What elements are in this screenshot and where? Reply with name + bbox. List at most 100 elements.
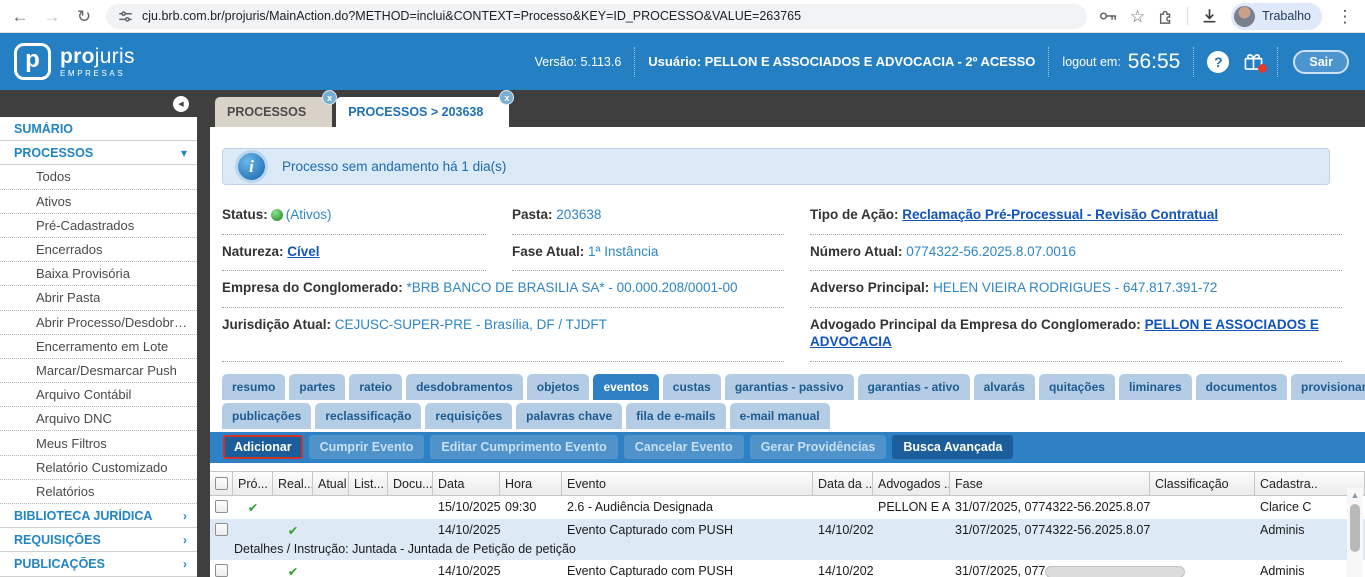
sair-button[interactable]: Sair [1293, 50, 1349, 74]
sidebar-item-label: Arquivo Contábil [36, 387, 131, 402]
subtab-custas[interactable]: custas [663, 374, 721, 400]
browser-menu-icon[interactable]: ⋮ [1335, 8, 1355, 25]
natureza-link[interactable]: Cível [287, 244, 319, 259]
subtab-email-manual[interactable]: e-mail manual [730, 403, 830, 429]
horizontal-scrollbar-thumb[interactable] [1045, 566, 1185, 577]
close-tab-icon[interactable]: x [499, 90, 514, 105]
back-icon[interactable]: ← [10, 8, 30, 25]
column-header-hora[interactable]: Hora [500, 471, 562, 496]
subtab-fila-de-emails[interactable]: fila de e-mails [626, 403, 725, 429]
cumprir-evento-button: Cumprir Evento [309, 435, 425, 459]
column-header-atual[interactable]: Atual [313, 471, 349, 496]
sidebar-item-sumario[interactable]: SUMÁRIO [0, 117, 197, 141]
sidebar-item-abrir-processo-desdobramento[interactable]: Abrir Processo/Desdobramento [0, 311, 197, 335]
bookmark-star-icon[interactable]: ☆ [1130, 8, 1145, 25]
tipo-de-acao-link[interactable]: Reclamação Pré-Processual - Revisão Cont… [902, 207, 1218, 222]
column-header-classifica-o[interactable]: Classificação [1150, 471, 1255, 496]
subtab-requisicoes[interactable]: requisições [425, 403, 512, 429]
row-checkbox[interactable] [215, 523, 228, 536]
sidebar-item-encerramento-em-lote[interactable]: Encerramento em Lote [0, 335, 197, 359]
scrollbar-thumb[interactable] [1350, 504, 1360, 552]
subtab-rateio[interactable]: rateio [349, 374, 402, 400]
cell-evento: 2.6 - Audiência Designada [562, 496, 813, 519]
column-header-data-da[interactable]: Data da ... [813, 471, 873, 496]
cell-evento: Evento Capturado com PUSH [562, 560, 813, 577]
adicionar-button[interactable]: Adicionar [223, 435, 303, 459]
cell-select [210, 519, 233, 542]
subtab-desdobramentos[interactable]: desdobramentos [406, 374, 523, 400]
projuris-logo: p projuris EMPRESAS [14, 43, 135, 80]
site-settings-icon[interactable] [118, 9, 133, 24]
url-input[interactable]: cju.brb.com.br/projuris/MainAction.do?ME… [142, 9, 1075, 23]
row-checkbox[interactable] [215, 564, 228, 577]
sidebar-item-biblioteca-juridica[interactable]: BIBLIOTECA JURÍDICA› [0, 504, 197, 528]
sidebar-item-arquivo-contabil[interactable]: Arquivo Contábil [0, 383, 197, 407]
column-header-real[interactable]: Real... [273, 471, 313, 496]
reload-icon[interactable]: ↻ [74, 8, 94, 25]
subtab-liminares[interactable]: liminares [1119, 374, 1192, 400]
column-header-advogados[interactable]: Advogados ... [873, 471, 950, 496]
password-key-icon[interactable] [1099, 9, 1117, 23]
divider [634, 47, 635, 77]
subtab-alvaras[interactable]: alvarás [974, 374, 1035, 400]
sidebar-item-label: Encerrados [36, 242, 102, 257]
table-vertical-scrollbar[interactable]: ▲ [1347, 488, 1363, 577]
sidebar-item-pre-cadastrados[interactable]: Pré-Cadastrados [0, 214, 197, 238]
subtab-documentos[interactable]: documentos [1196, 374, 1287, 400]
sidebar-item-baixa-provisoria[interactable]: Baixa Provisória [0, 262, 197, 286]
subtab-garantias-passivo[interactable]: garantias - passivo [725, 374, 854, 400]
sidebar-item-processos[interactable]: PROCESSOS▾ [0, 141, 197, 165]
sidebar-item-label: Arquivo DNC [36, 411, 112, 426]
logo-subtext: EMPRESAS [60, 69, 135, 78]
forward-icon[interactable]: → [42, 8, 62, 25]
field-value: 203638 [556, 207, 601, 222]
sidebar-item-relatorio-customizado[interactable]: Relatório Customizado [0, 456, 197, 480]
cell-proximo [233, 519, 273, 542]
sidebar-item-abrir-pasta[interactable]: Abrir Pasta [0, 286, 197, 310]
subtab-provisionamento[interactable]: provisionamento [1291, 374, 1365, 400]
help-icon[interactable]: ? [1207, 51, 1229, 73]
column-header-data[interactable]: Data [433, 471, 500, 496]
subtab-palavras-chave[interactable]: palavras chave [516, 403, 622, 429]
sidebar-item-arquivo-dnc[interactable]: Arquivo DNC [0, 407, 197, 431]
column-header-evento[interactable]: Evento [562, 471, 813, 496]
sidebar-item-ativos[interactable]: Ativos [0, 190, 197, 214]
subtab-publicacoes[interactable]: publicações [222, 403, 311, 429]
close-tab-icon[interactable]: x [322, 90, 337, 105]
subtab-objetos[interactable]: objetos [527, 374, 590, 400]
subtab-resumo[interactable]: resumo [222, 374, 285, 400]
event-action-bar: AdicionarCumprir EventoEditar Cumpriment… [210, 432, 1365, 463]
subtab-partes[interactable]: partes [289, 374, 345, 400]
row-checkbox[interactable] [215, 500, 228, 513]
sidebar-item-label: Marcar/Desmarcar Push [36, 363, 177, 378]
subtab-eventos[interactable]: eventos [593, 374, 658, 400]
sidebar-item-relatorios[interactable]: Relatórios [0, 480, 197, 504]
tab-processos[interactable]: PROCESSOSx [215, 97, 332, 127]
sidebar-item-marcar-desmarcar-push[interactable]: Marcar/Desmarcar Push [0, 359, 197, 383]
divider [1193, 47, 1194, 77]
scroll-up-icon[interactable]: ▲ [1351, 490, 1360, 500]
column-header-select[interactable] [210, 471, 233, 496]
sidebar-item-publicacoes[interactable]: PUBLICAÇÕES› [0, 552, 197, 576]
sidebar-item-meus-filtros[interactable]: Meus Filtros [0, 431, 197, 455]
column-header-fase[interactable]: Fase [950, 471, 1150, 496]
column-header-list[interactable]: List... [349, 471, 388, 496]
gift-icon[interactable] [1243, 52, 1264, 71]
column-header-pr[interactable]: Pró... [233, 471, 273, 496]
address-bar[interactable]: cju.brb.com.br/projuris/MainAction.do?ME… [106, 4, 1087, 29]
subtab-reclassificacao[interactable]: reclassificação [315, 403, 421, 429]
sidebar-item-todos[interactable]: Todos [0, 165, 197, 189]
tab-processos-203638[interactable]: PROCESSOS > 203638x [336, 97, 509, 127]
subtab-garantias-ativo[interactable]: garantias - ativo [858, 374, 970, 400]
browser-profile[interactable]: Trabalho [1231, 3, 1322, 30]
column-header-docu[interactable]: Docu... [388, 471, 433, 496]
sidebar-collapse-icon[interactable]: ◀ [173, 96, 189, 112]
download-icon[interactable] [1201, 8, 1218, 25]
select-all-checkbox[interactable] [215, 477, 228, 490]
field-label: Status: [222, 207, 268, 222]
extensions-icon[interactable] [1158, 8, 1174, 24]
busca-avancada-button[interactable]: Busca Avançada [892, 435, 1013, 459]
sidebar-item-encerrados[interactable]: Encerrados [0, 238, 197, 262]
sidebar-item-requisicoes[interactable]: REQUISIÇÕES› [0, 528, 197, 552]
subtab-quitacoes[interactable]: quitações [1039, 374, 1115, 400]
